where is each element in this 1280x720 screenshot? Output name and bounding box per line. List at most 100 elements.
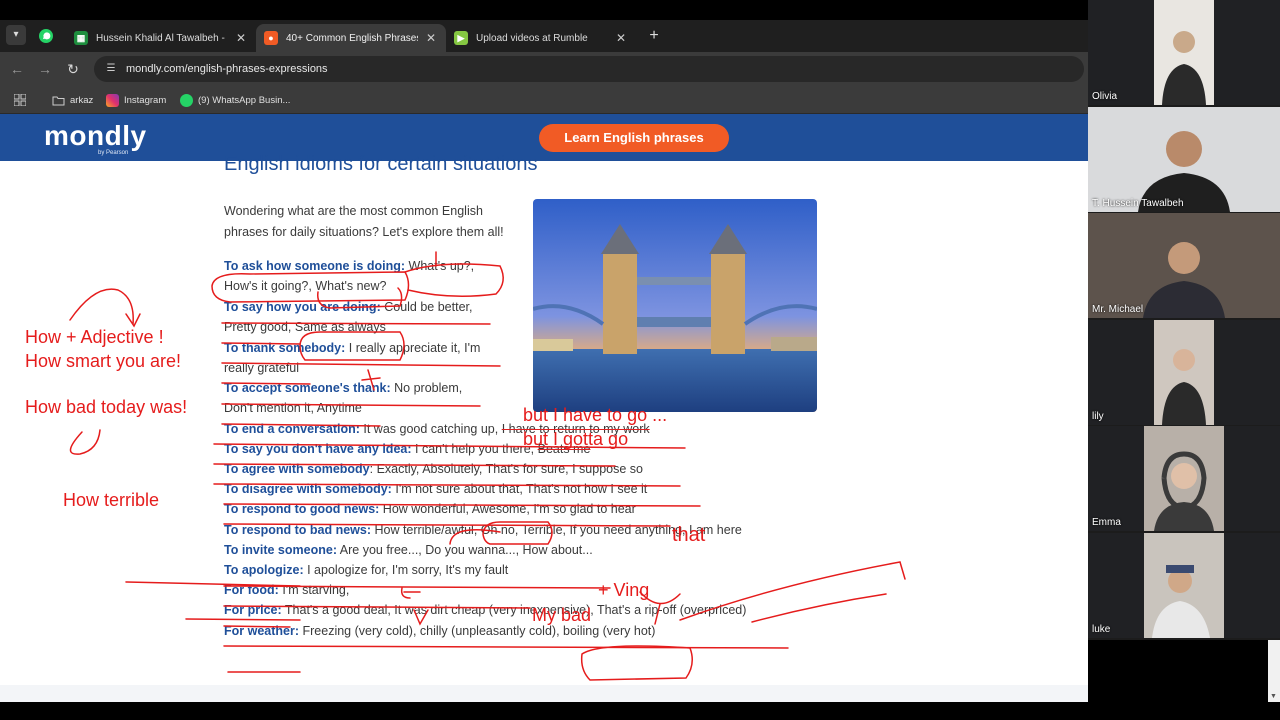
mondly-logo[interactable]: mondly [44,120,147,152]
phrase-food: For food: I'm starving, [224,583,349,597]
close-icon[interactable]: ✕ [424,31,438,45]
participant-name: lily [1092,411,1104,422]
tab-search-button[interactable]: ▾ [6,25,26,45]
annotation-how-smart: How smart you are! [25,351,182,371]
bookmark-arkaz[interactable]: arkaz [52,93,93,107]
tab-title: Upload videos at Rumble [476,32,588,44]
tab-rumble[interactable]: ▶ Upload videos at Rumble ✕ [446,24,636,52]
tab-bar: ▾ ▦ Hussein Khalid Al Tawalbeh - Go ✕ ● … [0,20,1088,52]
bookmark-whatsapp-business[interactable]: (9) WhatsApp Busin... [180,93,290,107]
phrase-accept-thank-cont: Don't mention it, Anytime [224,401,362,415]
participant-tile-luke[interactable]: luke [1088,533,1280,638]
participants-panel: Olivia T. Hussein Tawalbeh Mr. Michael l… [1088,0,1280,640]
phrase-weather: For weather: Freezing (very cold), chill… [224,624,655,638]
page-scrollbar[interactable]: ▼ [1268,640,1280,702]
annotation-how-bad: How bad today was! [25,397,188,417]
bookmark-instagram[interactable]: Instagram [106,93,166,107]
folder-icon [52,96,65,105]
address-bar[interactable]: ☰ mondly.com/english-phrases-expressions [94,56,1084,82]
phrase-text: It was good catching up, [363,422,499,436]
apps-grid-icon[interactable] [14,94,26,106]
phrase-thank-cont: really grateful [224,361,299,375]
phrase-accept-thank: To accept someone's thank: No problem, [224,381,462,395]
phrase-ask-how: To ask how someone is doing: What's up?, [224,259,474,273]
phrase-text: How's it going?, What's new? [224,279,387,293]
phrase-label: To end a conversation: [224,422,360,436]
phrase-text: How wonderful, Awesome, I'm so glad to h… [382,502,636,516]
site-info-icon[interactable]: ☰ [104,62,118,76]
phrase-label: To apologize: [224,563,304,577]
browser-window: ▾ ▦ Hussein Khalid Al Tawalbeh - Go ✕ ● … [0,20,1088,702]
whatsapp-pinned-tab-icon[interactable] [38,28,54,44]
annotation-but-have-to-go: but I have to go ... [523,405,668,425]
phrase-text: I really appreciate it, I'm [348,341,481,355]
tab-title: 40+ Common English Phrases F [286,32,418,44]
participant-name: T. Hussein Tawalbeh [1092,198,1184,209]
phrase-text: I can't help you there, [415,442,535,456]
phrase-label: To ask how someone is doing: [224,259,406,273]
phrase-text: What's up?, [408,259,475,273]
participant-tile-emma[interactable]: Emma [1088,426,1280,531]
learn-english-button[interactable]: Learn English phrases [539,124,729,152]
participant-name: Olivia [1092,91,1118,102]
phrase-text: That's a good deal, It was dirt cheap (v… [284,603,747,617]
participant-name: Emma [1092,517,1121,528]
phrase-label: To invite someone: [224,543,337,557]
back-button[interactable]: ← [8,60,26,78]
participant-tile-lily[interactable]: lily [1088,320,1280,425]
video-feed [1088,213,1280,318]
person-silhouette [1154,451,1214,531]
phrase-disagree: To disagree with somebody: I'm not sure … [224,482,647,496]
person-silhouette [1162,31,1206,105]
annotation-that: that [672,524,706,546]
person-silhouette [1138,131,1230,212]
annotation-but-gotta-go: but I gotta go [523,429,629,449]
tab-sheets[interactable]: ▦ Hussein Khalid Al Tawalbeh - Go ✕ [66,24,256,52]
participant-tile-michael[interactable]: Mr. Michael [1088,213,1280,318]
phrase-say-how: To say how you are doing: Could be bette… [224,300,472,314]
video-feed [1154,320,1214,425]
phrase-text: : Exactly, Absolutely, That's for sure, … [369,462,643,476]
phrase-label: For food: [224,583,279,597]
phrase-label: To respond to good news: [224,502,380,516]
annotation-my-bad: My bad [532,605,592,625]
reload-button[interactable]: ↻ [64,60,82,78]
phrase-label: To say how you are doing: [224,300,381,314]
person-silhouette [1162,349,1206,425]
forward-button[interactable]: → [36,60,54,78]
phrase-text: really grateful [224,361,300,375]
phrase-text: Don't mention it, Anytime [224,401,362,415]
phrase-text: No problem, [394,381,463,395]
url-text: mondly.com/english-phrases-expressions [126,63,328,75]
phrase-label: For weather: [224,624,300,638]
phrase-agree: To agree with somebody: Exactly, Absolut… [224,462,643,476]
bookmark-label: (9) WhatsApp Busin... [198,94,291,106]
close-icon[interactable]: ✕ [614,31,628,45]
mondly-icon: ● [264,31,278,45]
tower-bridge-image [533,199,817,412]
tab-mondly[interactable]: ● 40+ Common English Phrases F ✕ [256,24,446,52]
phrase-text: Are you free..., Do you wanna..., How ab… [339,543,593,557]
video-feed [1154,0,1214,105]
video-feed [1144,426,1224,531]
bookmark-label: Instagram [124,94,167,106]
web-page: mondly by Pearson Learn English phrases … [0,114,1088,702]
bookmarks-bar: arkaz Instagram (9) WhatsApp Busin... [0,86,1088,114]
phrase-apologize: To apologize: I apologize for, I'm sorry… [224,563,508,577]
phrase-label: For price: [224,603,282,617]
participant-tile-olivia[interactable]: Olivia [1088,0,1280,105]
participant-name: Mr. Michael [1092,304,1144,315]
phrase-label: To thank somebody: [224,341,346,355]
phrase-text: I apologize for, I'm sorry, It's my faul… [307,563,509,577]
phrase-label: To accept someone's thank: [224,381,391,395]
sheets-icon: ▦ [74,31,88,45]
new-tab-button[interactable]: + [644,26,664,46]
close-icon[interactable]: ✕ [234,31,248,45]
participant-name: luke [1092,624,1111,635]
phrase-text: Pretty good, Same as always [224,320,386,334]
person-silhouette [1143,242,1225,318]
scroll-down-icon[interactable]: ▼ [1270,693,1277,700]
phrase-say-how-cont: Pretty good, Same as always [224,320,386,334]
phrase-ask-how-cont: How's it going?, What's new? [224,279,387,293]
participant-tile-hussein[interactable]: T. Hussein Tawalbeh [1088,107,1280,212]
